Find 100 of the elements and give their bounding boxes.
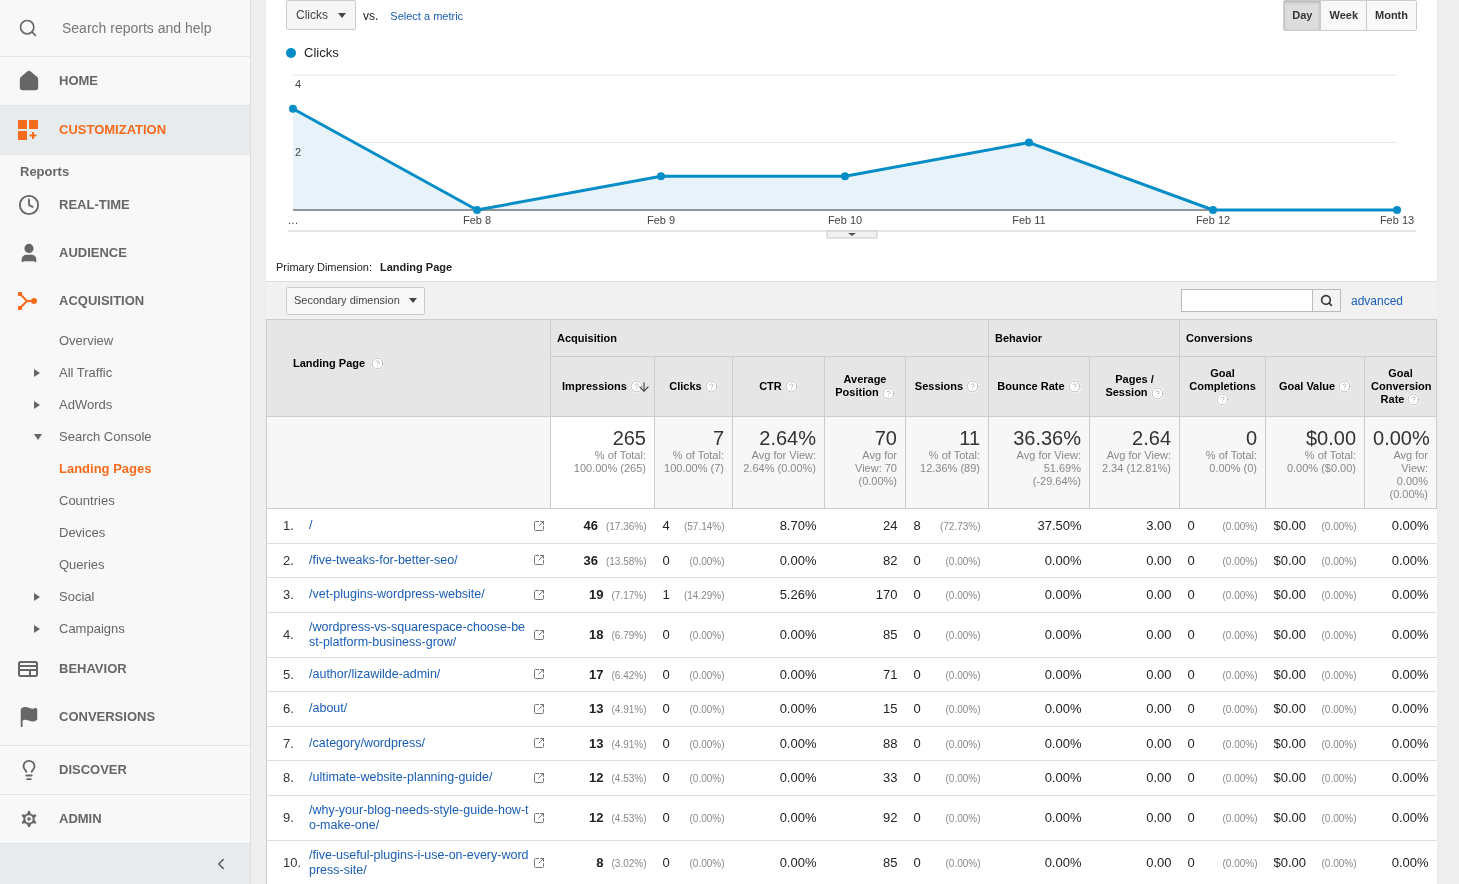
sidebar-subitem[interactable]: Social <box>0 581 250 613</box>
cell-value: 0.00 <box>1146 626 1172 642</box>
page-link[interactable]: /why-your-blog-needs-style-guide-how-to-make-one/ <box>309 802 531 833</box>
page-link[interactable]: /five-useful-plugins-i-use-on-every-wordpress-site/ <box>309 847 531 878</box>
external-link-icon[interactable] <box>532 628 545 641</box>
branch-icon <box>18 292 38 310</box>
cell-share: (0.00%) <box>1321 520 1357 534</box>
page-link[interactable]: /five-tweaks-for-better-seo/ <box>309 552 531 568</box>
flag-icon <box>18 706 40 728</box>
y-tick-label: 2 <box>295 145 302 158</box>
x-tick-label: … <box>287 214 299 226</box>
cell-share: (4.91%) <box>611 703 647 717</box>
column-header[interactable]: Impressions <box>550 356 655 417</box>
select-metric-link[interactable]: Select a metric <box>390 8 464 25</box>
data-point[interactable] <box>473 206 481 214</box>
cell-share: (0.00%) <box>689 772 725 786</box>
cell-value: 13 <box>589 700 604 718</box>
table-search-field[interactable] <box>1180 289 1313 312</box>
cell-value: 0.00% <box>1044 735 1082 751</box>
sidebar-subitem[interactable]: Campaigns <box>0 613 250 645</box>
cell-value: 0.00% <box>779 626 817 642</box>
search-button[interactable] <box>1312 289 1341 312</box>
column-header[interactable]: Goal Completions <box>1179 356 1266 417</box>
external-link-icon[interactable] <box>532 702 545 715</box>
legend-label: Clicks <box>304 44 339 63</box>
row-number: 2. <box>283 551 295 570</box>
page-link[interactable]: /category/wordpress/ <box>309 735 531 751</box>
secondary-dimension-dropdown[interactable]: Secondary dimension <box>286 286 425 315</box>
data-point[interactable] <box>1209 206 1217 214</box>
page-link[interactable]: /about/ <box>309 701 531 717</box>
column-header[interactable]: Clicks <box>654 356 733 417</box>
column-header[interactable]: Average Position <box>824 356 906 417</box>
sidebar-subitem[interactable]: Search Console <box>0 421 250 453</box>
external-link-icon[interactable] <box>532 519 545 532</box>
external-link-icon[interactable] <box>532 771 545 784</box>
home-icon <box>18 70 40 92</box>
column-header[interactable]: Landing Page <box>266 319 551 417</box>
nav-item[interactable]: AUDIENCE <box>0 229 250 277</box>
page-link[interactable]: /author/lizawilde-admin/ <box>309 666 531 682</box>
settings-icon <box>18 808 40 830</box>
sidebar-subitem[interactable]: Overview <box>0 325 250 357</box>
primary-dimension-value[interactable]: Landing Page <box>379 258 453 276</box>
sidebar-subitem[interactable]: All Traffic <box>0 357 250 389</box>
external-link-icon[interactable] <box>532 737 545 750</box>
cell-share: (13.58%) <box>605 554 647 569</box>
caret-down-icon <box>34 434 42 440</box>
sidebar-subitem[interactable]: AdWords <box>0 389 250 421</box>
cell-value: 0.00% <box>779 809 817 825</box>
cell-share: (0.00%) <box>1321 554 1357 569</box>
data-point[interactable] <box>1025 138 1033 147</box>
column-header[interactable]: Goal Value <box>1265 356 1365 417</box>
column-header[interactable]: CTR <box>732 356 825 417</box>
period-button[interactable]: Day <box>1284 1 1321 30</box>
data-point[interactable] <box>841 172 849 181</box>
cell-share: (7.17%) <box>611 589 647 603</box>
nav-item[interactable]: BEHAVIOR <box>0 645 250 693</box>
column-header[interactable]: Sessions <box>905 356 989 417</box>
dashboard-plus-icon <box>18 120 38 140</box>
cell-value: 24 <box>883 518 898 533</box>
data-point[interactable] <box>289 104 297 113</box>
sidebar-subitem[interactable]: Queries <box>0 549 250 581</box>
nav-item[interactable]: CONVERSIONS <box>0 693 250 741</box>
sidebar-subitem[interactable]: Devices <box>0 517 250 549</box>
cell-share: (0.00%) <box>1222 703 1258 717</box>
external-link-icon[interactable] <box>532 668 545 681</box>
advanced-link[interactable]: advanced <box>1350 291 1403 310</box>
page-link[interactable]: /vet-plugins-wordpress-website/ <box>309 587 531 603</box>
cell-value: 8 <box>596 853 604 872</box>
vs-label: vs. <box>363 8 379 25</box>
nav-item[interactable]: DISCOVER <box>0 746 250 795</box>
row-number: 3. <box>283 586 295 604</box>
cell-value: 0.00% <box>1391 587 1429 602</box>
sidebar-subitem[interactable]: Countries <box>0 485 250 517</box>
section-label: Reports <box>19 162 71 181</box>
cell-value: $0.00 <box>1273 808 1307 827</box>
cell-value: 13 <box>589 734 604 753</box>
cell-value: 0 <box>1187 625 1195 644</box>
nav-item[interactable]: ACQUISITION <box>0 277 250 325</box>
data-point[interactable] <box>1393 206 1401 214</box>
cell-value: 0 <box>913 625 921 644</box>
period-button[interactable]: Week <box>1320 1 1366 30</box>
page-link[interactable]: / <box>309 518 531 534</box>
page-link[interactable]: /wordpress-vs-squarespace-choose-best-platform-business-grow/ <box>309 619 531 650</box>
search-field[interactable]: Search reports and help <box>62 17 232 39</box>
column-header[interactable]: Goal Conversion Rate <box>1364 356 1437 417</box>
total-value: 0 <box>1244 427 1258 449</box>
cell-value: 0.00% <box>1391 666 1429 682</box>
data-point[interactable] <box>657 172 665 181</box>
nav-item[interactable]: REAL-TIME <box>0 181 250 229</box>
column-header[interactable]: Bounce Rate <box>988 356 1090 417</box>
external-link-icon[interactable] <box>532 588 545 601</box>
page-link[interactable]: /ultimate-website-planning-guide/ <box>309 770 531 786</box>
resize-handle[interactable] <box>826 230 878 239</box>
external-link-icon[interactable] <box>532 856 545 869</box>
metric-dropdown[interactable]: Clicks <box>286 0 356 30</box>
external-link-icon[interactable] <box>532 554 545 567</box>
column-header[interactable]: Pages / Session <box>1089 356 1180 417</box>
help-icon[interactable] <box>629 380 643 394</box>
external-link-icon[interactable] <box>532 811 545 824</box>
period-button[interactable]: Month <box>1366 1 1416 30</box>
